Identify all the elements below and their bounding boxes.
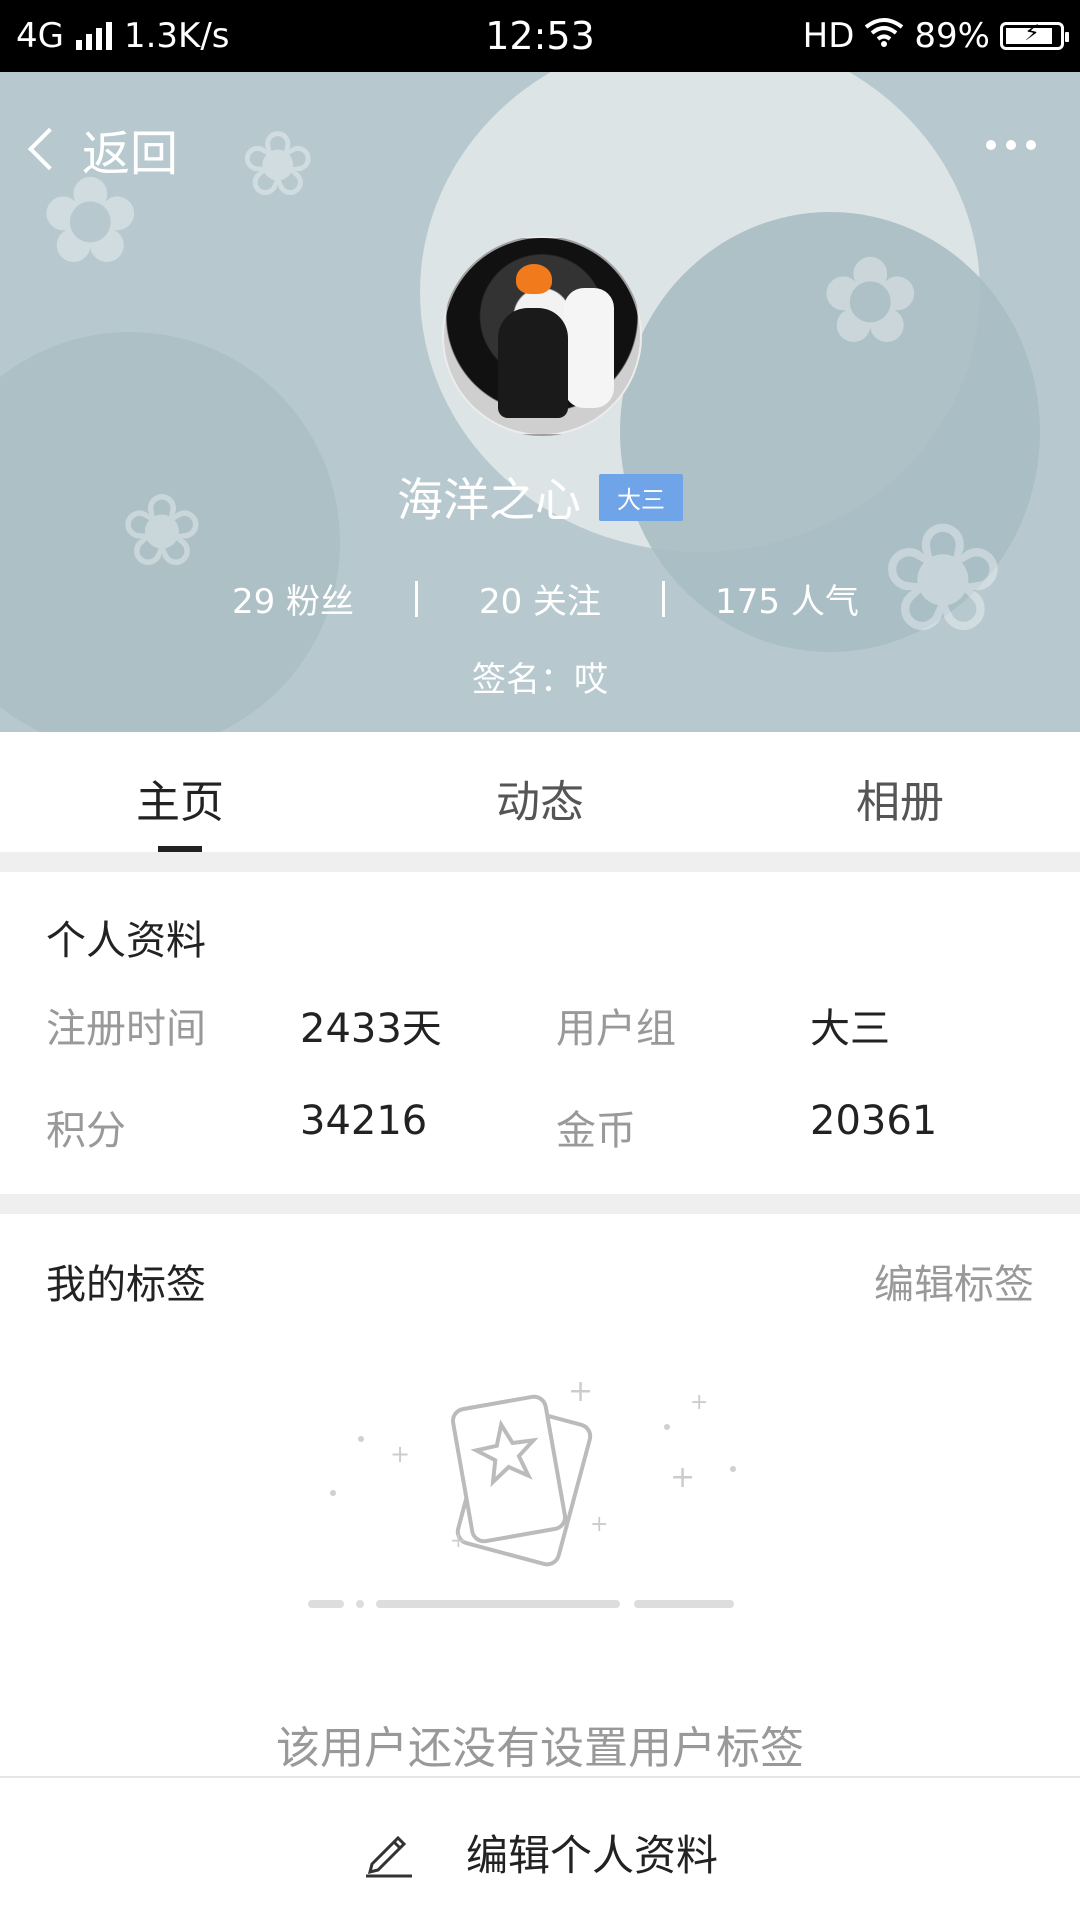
baseline-decoration — [376, 1600, 620, 1608]
avatar[interactable] — [442, 236, 642, 436]
more-dot-icon — [986, 140, 996, 150]
field-value: 34216 — [300, 1098, 428, 1144]
stat-value: 29 — [231, 582, 276, 622]
field-key: 积分 — [46, 1108, 126, 1154]
tab-label: 主页 — [136, 777, 224, 828]
dot-decoration — [358, 1436, 364, 1442]
battery-icon: ⚡ — [1000, 21, 1069, 50]
status-bar: 4G 1.3K/s 12:53 HD 89% ⚡ — [0, 0, 1080, 72]
sparkle-icon: + — [450, 1528, 467, 1552]
stat-following[interactable]: 20 关注 — [440, 574, 640, 623]
flower-decoration: ❀ — [240, 112, 316, 217]
more-dot-icon — [1026, 140, 1036, 150]
stat-label: 粉丝 — [286, 582, 355, 622]
tab-album[interactable]: 相册 — [720, 732, 1080, 852]
stat-value: 20 — [478, 582, 523, 622]
hd-indicator: HD — [802, 16, 855, 56]
profile-section-title: 个人资料 — [46, 918, 206, 964]
battery-percent: 89% — [914, 16, 990, 56]
profile-header: ✿ ❀ ✿ ❀ ❀ 返回 海洋之心 大三 29 粉丝 20 关注 175 人气 … — [0, 72, 1080, 732]
field-key: 用户组 — [556, 1006, 676, 1052]
tab-home[interactable]: 主页 — [0, 732, 360, 852]
name-row: 海洋之心 大三 — [0, 464, 1080, 530]
field-value: 2433天 — [300, 1006, 442, 1052]
dot-decoration — [730, 1466, 736, 1472]
avatar-figure — [516, 264, 552, 294]
chevron-left-icon — [27, 127, 71, 171]
sparkle-icon: + — [670, 1460, 696, 1495]
avatar-figure — [564, 288, 614, 408]
field-key: 金币 — [556, 1108, 636, 1154]
divider — [662, 580, 665, 617]
tags-section-title: 我的标签 — [46, 1262, 206, 1308]
sparkle-icon: + — [690, 1390, 709, 1415]
stat-value: 175 — [715, 582, 781, 622]
empty-tags-message: 该用户还没有设置用户标签 — [276, 1723, 804, 1774]
divider — [415, 580, 418, 617]
more-options-button[interactable] — [986, 140, 1036, 150]
field-key: 注册时间 — [46, 1006, 206, 1052]
wifi-icon — [864, 16, 904, 56]
bottom-bar: 编辑个人资料 — [0, 1776, 1080, 1922]
empty-tags-illustration: + + + + + + — [290, 1374, 790, 1620]
dot-decoration — [664, 1424, 670, 1430]
flower-decoration: ✿ — [820, 232, 921, 371]
edit-profile-button[interactable]: 编辑个人资料 — [0, 1822, 1080, 1883]
stat-label: 关注 — [533, 582, 602, 622]
edit-tags-button[interactable]: 编辑标签 — [874, 1252, 1034, 1310]
back-button[interactable]: 返回 — [22, 114, 178, 184]
field-value: 大三 — [810, 1006, 890, 1052]
stat-popularity: 175 人气 — [687, 574, 887, 623]
sparkle-icon: + — [590, 1512, 609, 1537]
status-right: HD 89% ⚡ — [802, 16, 1069, 56]
stat-label: 人气 — [790, 582, 859, 622]
sparkle-icon: + — [568, 1374, 594, 1409]
section-divider — [0, 1194, 1080, 1214]
stats-row: 29 粉丝 20 关注 175 人气 — [0, 574, 1080, 623]
dot-decoration — [330, 1490, 336, 1496]
tab-activity[interactable]: 动态 — [360, 732, 720, 852]
stat-followers[interactable]: 29 粉丝 — [193, 574, 393, 623]
profile-tabs: 主页 动态 相册 — [0, 732, 1080, 852]
level-badge: 大三 — [599, 473, 683, 521]
username: 海洋之心 — [397, 473, 581, 527]
edit-profile-label: 编辑个人资料 — [465, 1831, 718, 1880]
more-dot-icon — [1006, 140, 1016, 150]
baseline-decoration — [356, 1600, 364, 1608]
charging-icon: ⚡ — [1024, 21, 1040, 46]
baseline-decoration — [634, 1600, 734, 1608]
avatar-figure — [498, 308, 568, 418]
pencil-icon — [362, 1824, 416, 1882]
back-label: 返回 — [82, 126, 179, 182]
field-value: 20361 — [810, 1098, 938, 1144]
section-divider — [0, 852, 1080, 872]
baseline-decoration — [308, 1600, 344, 1608]
tab-label: 相册 — [856, 777, 944, 828]
signature: 签名：哎 — [472, 660, 608, 700]
sparkle-icon: + — [390, 1440, 411, 1468]
tab-label: 动态 — [496, 777, 584, 828]
